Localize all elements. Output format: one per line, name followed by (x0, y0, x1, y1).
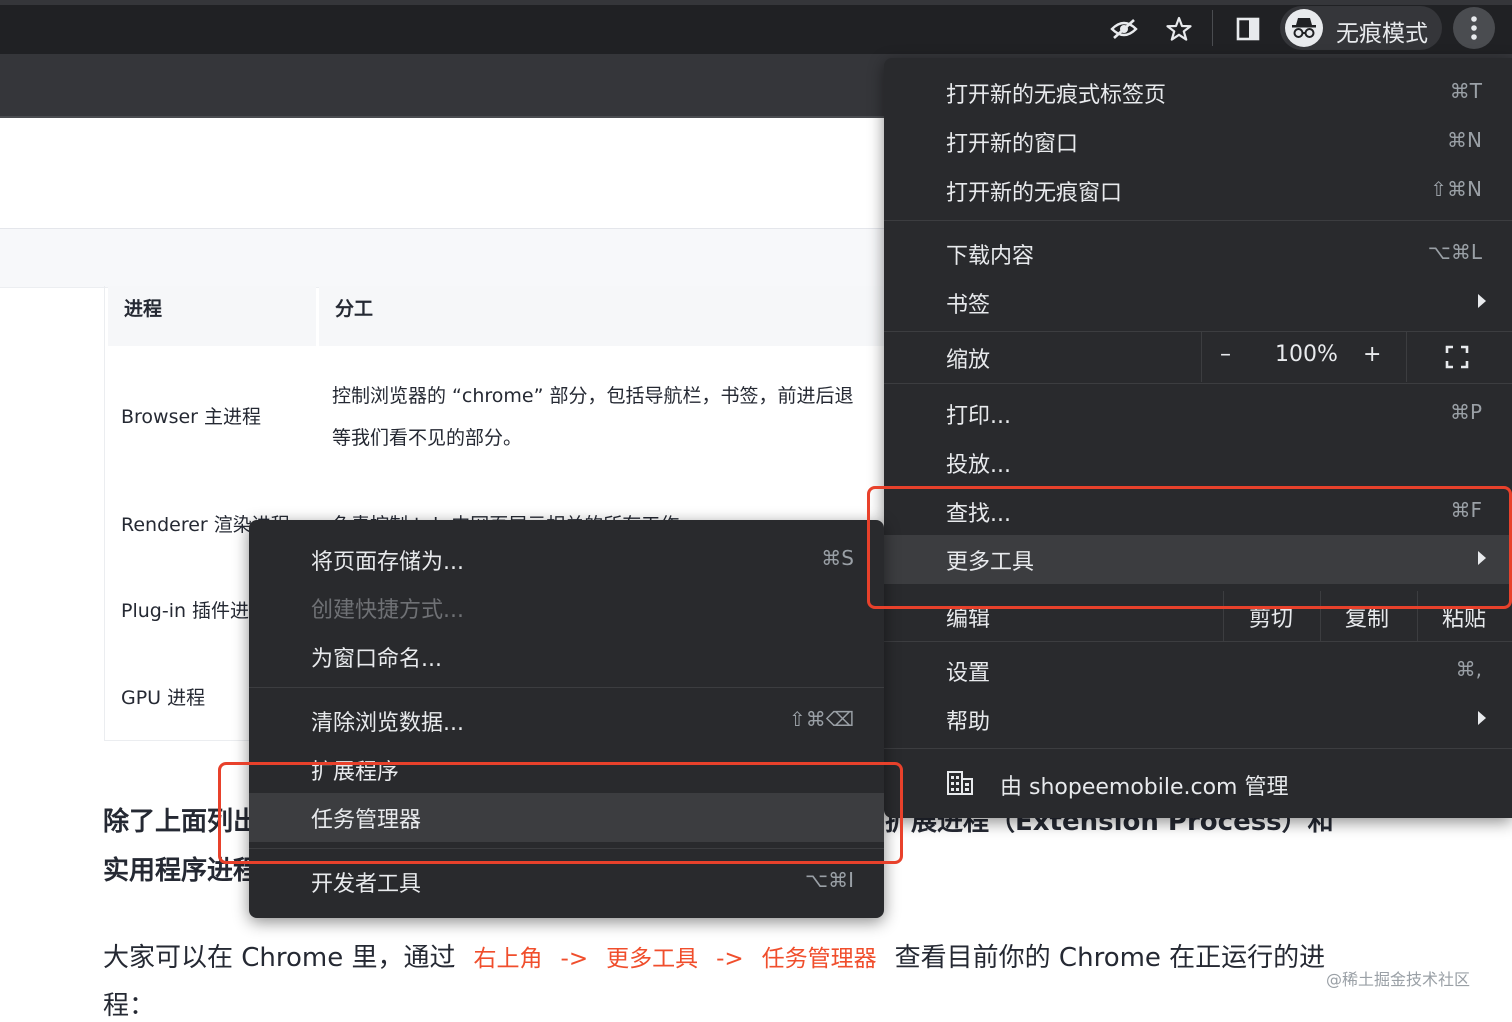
watermark: @稀土掘金技术社区 (1326, 970, 1471, 989)
paragraph-text: 查看目前你的 Chrome 在正运行的进 (894, 943, 1326, 973)
paragraph-line: 程： (103, 991, 156, 1021)
menu-separator (884, 220, 1512, 221)
menu-item-label: 帮助 (946, 710, 991, 735)
path-link-top-right[interactable]: 右上角 (474, 939, 543, 973)
table-cell-process: Browser 主进程 (121, 406, 262, 428)
menu-item-shortcut: ⌘S (821, 546, 854, 570)
menu-item-new-incognito-window[interactable]: 打开新的无痕窗口 ⇧⌘N (884, 166, 1512, 215)
menu-item-label: 打开新的无痕窗口 (946, 181, 1123, 206)
star-icon[interactable] (1161, 11, 1197, 47)
table-header-duty: 分工 (319, 286, 885, 346)
path-link-more-tools[interactable]: 更多工具 (606, 939, 698, 973)
submenu-item-name-window[interactable]: 为窗口命名... (249, 632, 884, 681)
menu-item-label: 设置 (946, 661, 991, 686)
menu-separator (884, 748, 1512, 749)
menu-separator (249, 687, 884, 688)
menu-item-label: 创建快捷方式... (311, 598, 464, 623)
menu-separator (884, 641, 1512, 642)
menu-item-help[interactable]: 帮助 (884, 695, 1512, 744)
page-subheader (0, 228, 884, 288)
instruction-paragraph: 大家可以在 Chrome 里，通过 右上角 -> 更多工具 -> 任务管理器 查… (103, 937, 1325, 974)
zoom-level: 100% (1275, 342, 1338, 367)
menu-item-zoom: 缩放 (884, 332, 1512, 382)
sidepanel-icon[interactable] (1230, 11, 1266, 47)
menu-item-label: 清除浏览数据... (311, 711, 464, 736)
fullscreen-icon[interactable] (1444, 344, 1470, 370)
incognito-label: 无痕模式 (1336, 21, 1428, 47)
menu-separator (884, 383, 1512, 384)
menu-item-shortcut: ⇧⌘⌫ (788, 707, 854, 731)
chevron-right-icon (1478, 294, 1486, 308)
annotation-box-task-manager (218, 762, 903, 864)
path-link-task-manager[interactable]: 任务管理器 (762, 939, 877, 973)
menu-item-shortcut: ⇧⌘N (1430, 177, 1482, 201)
menu-item-label: 投放... (946, 453, 1011, 478)
menu-item-print[interactable]: 打印... ⌘P (884, 389, 1512, 438)
table-header-process: 进程 (108, 286, 316, 346)
zoom-out-button[interactable]: – (1220, 342, 1231, 367)
menu-item-label: 书签 (946, 293, 991, 318)
table-cell-process: GPU 进程 (121, 687, 206, 709)
submenu-item-dev-tools[interactable]: 开发者工具 ⌥⌘I (249, 857, 884, 906)
submenu-item-save-page[interactable]: 将页面存储为... ⌘S (249, 535, 884, 584)
menu-item-label: 缩放 (946, 348, 991, 373)
incognito-icon (1285, 9, 1323, 47)
menu-item-label: 开发者工具 (311, 872, 422, 897)
menu-item-bookmarks[interactable]: 书签 (884, 278, 1512, 327)
paragraph-text: 大家可以在 Chrome 里，通过 (103, 943, 456, 973)
menu-item-settings[interactable]: 设置 ⌘, (884, 646, 1512, 695)
tab-strip-edge (0, 0, 1512, 5)
path-arrow: -> (716, 946, 744, 972)
menu-item-label: 打印... (946, 404, 1011, 429)
submenu-item-create-shortcut: 创建快捷方式... (249, 583, 884, 632)
annotation-box-more-tools (867, 486, 1512, 609)
menu-item-label: 打开新的无痕式标签页 (946, 83, 1167, 108)
menu-item-new-window[interactable]: 打开新的窗口 ⌘N (884, 117, 1512, 166)
submenu-item-clear-data[interactable]: 清除浏览数据... ⇧⌘⌫ (249, 696, 884, 745)
zoom-divider (1406, 332, 1407, 382)
menu-item-downloads[interactable]: 下载内容 ⌥⌘L (884, 229, 1512, 278)
table-cell-duty-cont: 等我们看不见的部分。 (332, 427, 523, 449)
menu-item-shortcut: ⌘, (1455, 657, 1482, 681)
menu-item-new-incognito-tab[interactable]: 打开新的无痕式标签页 ⌘T (884, 68, 1512, 117)
table-cell-process: Plug-in 插件进程 (121, 600, 269, 622)
menu-item-label: 下载内容 (946, 244, 1035, 269)
menu-item-shortcut: ⌘T (1449, 79, 1482, 103)
menu-item-shortcut: ⌘N (1447, 128, 1482, 152)
menu-item-shortcut: ⌥⌘L (1427, 240, 1482, 264)
kebab-menu-icon[interactable] (1453, 7, 1495, 49)
menu-item-cast[interactable]: 投放... (884, 438, 1512, 487)
menu-item-label: 打开新的窗口 (946, 132, 1079, 157)
chrome-main-menu: 打开新的无痕式标签页 ⌘T 打开新的窗口 ⌘N 打开新的无痕窗口 ⇧⌘N 下载内… (884, 58, 1512, 818)
building-icon (946, 770, 974, 800)
zoom-in-button[interactable]: + (1363, 342, 1381, 367)
chevron-right-icon (1478, 711, 1486, 725)
toolbar-divider (1212, 10, 1213, 46)
path-arrow: -> (560, 946, 589, 972)
zoom-divider (1201, 332, 1202, 382)
menu-item-shortcut: ⌥⌘I (805, 868, 854, 892)
page-header (0, 118, 884, 228)
menu-item-label: 为窗口命名... (311, 647, 442, 672)
menu-item-managed[interactable]: 由 shopeemobile.com 管理 (884, 760, 1512, 809)
table-cell-duty: 控制浏览器的 “chrome” 部分，包括导航栏，书签，前进后退 (332, 385, 854, 407)
menu-item-shortcut: ⌘P (1449, 400, 1482, 424)
menu-item-label: 将页面存储为... (311, 550, 464, 575)
menu-item-label: 由 shopeemobile.com 管理 (1000, 775, 1289, 800)
eye-off-icon[interactable] (1106, 11, 1142, 47)
